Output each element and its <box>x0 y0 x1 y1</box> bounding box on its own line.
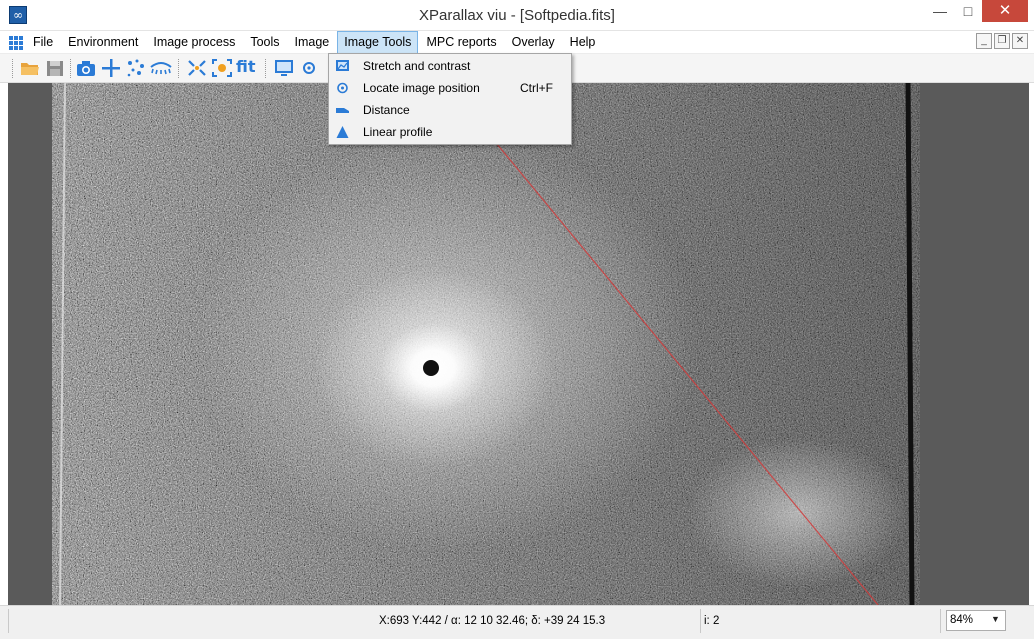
menu-image-process[interactable]: Image process <box>146 31 242 54</box>
maximize-button[interactable]: □ <box>954 0 982 22</box>
menu-item-label: Distance <box>363 103 410 117</box>
window-title: XParallax viu - [Softpedia.fits] <box>419 7 615 24</box>
menu-item-shortcut: Ctrl+F <box>520 81 553 95</box>
mdi-window-controls: _ ❐ ✕ <box>974 33 1028 49</box>
target-icon[interactable] <box>211 58 233 78</box>
minimize-button[interactable]: — <box>926 0 954 22</box>
toolbar-separator <box>265 59 267 78</box>
status-bar: X:693 Y:442 / α: 12 10 32.46; δ: +39 24 … <box>0 605 1034 639</box>
eye-icon[interactable] <box>150 58 172 78</box>
menu-overlay[interactable]: Overlay <box>505 31 562 54</box>
mdi-restore-button[interactable]: ❐ <box>994 33 1010 49</box>
menu-item-linear-profile[interactable]: Linear profile <box>329 121 571 143</box>
menu-help[interactable]: Help <box>563 31 603 54</box>
shrink-icon[interactable] <box>186 58 208 78</box>
status-separator <box>8 609 9 633</box>
stars-icon[interactable] <box>125 58 147 78</box>
menu-items: File Environment Image process Tools Ima… <box>26 31 603 54</box>
menu-item-locate-image-position[interactable]: Locate image position Ctrl+F <box>329 77 571 99</box>
menu-item-label: Stretch and contrast <box>363 59 471 73</box>
image-canvas[interactable] <box>8 83 1029 605</box>
menu-tools[interactable]: Tools <box>243 31 286 54</box>
save-icon[interactable] <box>44 58 66 78</box>
mdi-document-icon[interactable] <box>9 36 23 50</box>
menu-image-tools[interactable]: Image Tools <box>337 31 419 54</box>
stretch-icon <box>336 60 349 71</box>
folder-open-icon[interactable] <box>19 58 41 78</box>
menu-item-label: Linear profile <box>363 125 433 139</box>
status-separator <box>700 609 701 633</box>
crosshair-icon[interactable] <box>100 58 122 78</box>
close-button[interactable]: ✕ <box>982 0 1028 22</box>
monitor-icon[interactable] <box>273 58 295 78</box>
toolbar-separator <box>70 59 72 78</box>
title-bar: ∞ XParallax viu - [Softpedia.fits] — □ ✕ <box>0 0 1034 31</box>
mdi-close-button[interactable]: ✕ <box>1012 33 1028 49</box>
object-count: i: 2 <box>704 615 720 627</box>
status-separator <box>940 609 941 633</box>
locate-icon <box>337 82 348 94</box>
profile-icon <box>336 126 349 138</box>
astronomical-image[interactable] <box>8 83 1029 605</box>
menu-item-stretch-and-contrast[interactable]: Stretch and contrast <box>329 55 571 77</box>
zoom-dropdown[interactable]: 84% ▼ <box>946 610 1006 631</box>
menu-bar: File Environment Image process Tools Ima… <box>0 31 1034 54</box>
image-tools-dropdown: Stretch and contrast Locate image positi… <box>328 53 572 145</box>
menu-file[interactable]: File <box>26 31 60 54</box>
menu-image[interactable]: Image <box>288 31 337 54</box>
toolbar-grip[interactable] <box>12 59 14 78</box>
menu-item-label: Locate image position <box>363 81 480 95</box>
menu-environment[interactable]: Environment <box>61 31 145 54</box>
menu-mpc-reports[interactable]: MPC reports <box>419 31 503 54</box>
camera-icon[interactable] <box>75 58 97 78</box>
menu-item-distance[interactable]: Distance <box>329 99 571 121</box>
mdi-minimize-button[interactable]: _ <box>976 33 992 49</box>
chevron-down-icon: ▼ <box>991 614 1000 624</box>
ruler-icon <box>336 108 349 113</box>
toolbar-separator <box>178 59 180 78</box>
fit-button[interactable]: fit <box>236 57 258 77</box>
zoom-value: 84% <box>950 614 974 626</box>
cursor-coordinates: X:693 Y:442 / α: 12 10 32.46; δ: +39 24 … <box>379 615 606 627</box>
locate-icon[interactable] <box>298 58 320 78</box>
